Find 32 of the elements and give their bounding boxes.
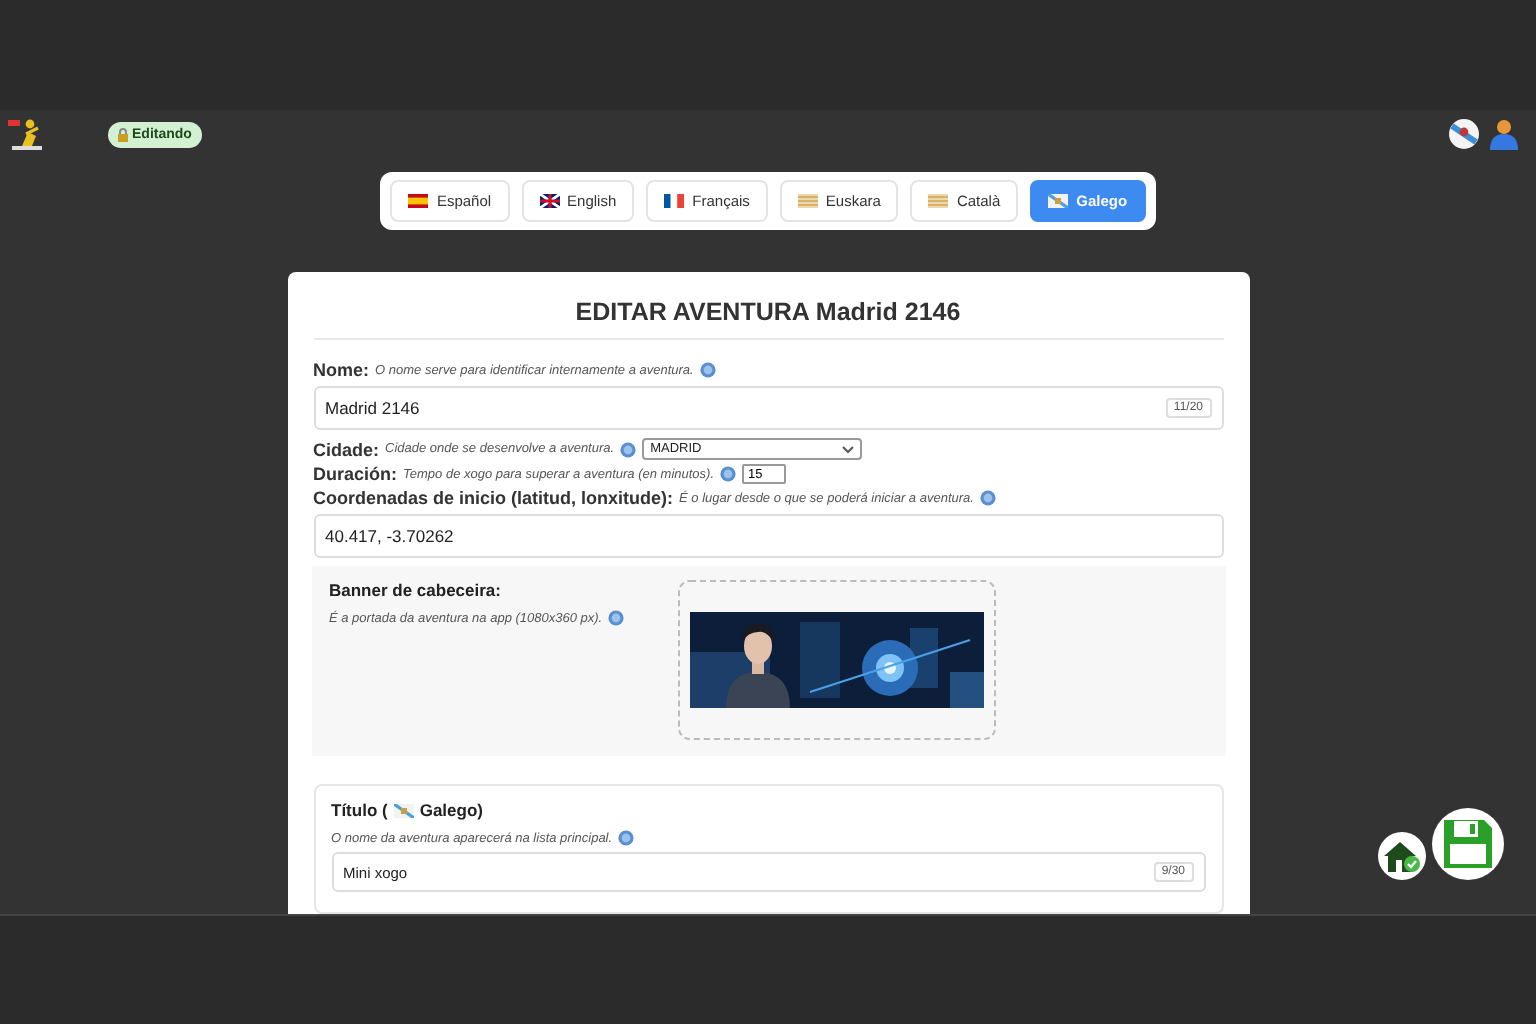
flag-icon — [1048, 194, 1069, 208]
title-label: Título ( — [331, 800, 388, 820]
flag-icon — [408, 194, 429, 208]
field-label: Nome: — [313, 360, 370, 380]
info-icon — [618, 830, 635, 846]
user-icon[interactable] — [1488, 118, 1520, 150]
upload-dropzone[interactable] — [677, 580, 995, 740]
home-button[interactable] — [1378, 832, 1426, 880]
language-icon[interactable] — [1448, 118, 1480, 150]
info-icon — [620, 441, 637, 457]
home-icon — [1382, 838, 1422, 874]
title-language: Galego) — [419, 800, 483, 820]
form-title: EDITAR AVENTURA Madrid 2146 — [573, 296, 963, 330]
info-icon — [699, 362, 716, 378]
field-label: Cidade: — [313, 439, 380, 459]
flag-icon — [664, 194, 685, 208]
caret-icon — [842, 445, 855, 453]
field-label: Coordenadas de inicio (latitud, lonxitude): — [313, 488, 674, 508]
banner-label: Banner de cabeceira: — [329, 580, 503, 600]
text-field[interactable]: 40.417, -3.70262 — [313, 514, 1223, 558]
field-label: Duración: — [313, 464, 398, 484]
save-icon — [1442, 818, 1494, 870]
flag-icon — [539, 194, 560, 208]
flag-icon — [393, 803, 414, 817]
info-icon — [720, 466, 737, 482]
save-button[interactable] — [1432, 808, 1504, 880]
lock-icon — [118, 127, 128, 141]
flag-icon — [928, 194, 949, 208]
info-icon — [608, 610, 625, 626]
logo-icon[interactable] — [8, 118, 44, 150]
info-icon — [979, 490, 996, 506]
flag-icon — [797, 194, 818, 208]
